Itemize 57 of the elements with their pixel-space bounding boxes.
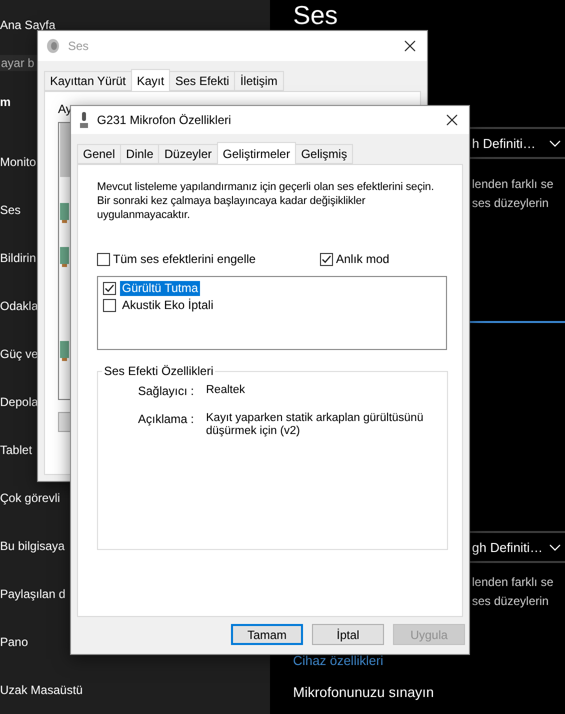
sidebar-item[interactable]: Paylaşılan d bbox=[0, 570, 66, 618]
section-heading: m bbox=[0, 94, 11, 111]
sidebar-item[interactable]: Uzak Masaüstü bbox=[0, 666, 83, 714]
checkbox[interactable] bbox=[97, 252, 110, 266]
sidebar-item[interactable]: Güç ve bbox=[0, 330, 38, 378]
property-label: Sağlayıcı : bbox=[136, 384, 194, 398]
close-icon bbox=[404, 40, 416, 52]
close-icon bbox=[446, 114, 458, 126]
tab[interactable]: Dinle bbox=[120, 144, 160, 164]
sidebar-item[interactable]: Pano bbox=[0, 618, 28, 666]
checkbox[interactable] bbox=[103, 282, 116, 295]
checkbox[interactable] bbox=[320, 252, 333, 266]
description-text: lenden farklı se bbox=[471, 176, 554, 193]
window-title: G231 Mikrofon Özellikleri bbox=[97, 113, 232, 127]
sidebar-item[interactable]: Monito bbox=[0, 138, 36, 186]
tab[interactable]: Gelişmiş bbox=[295, 144, 354, 164]
instructions-text: Mevcut listeleme yapılandırmanız için geçerli olan ses efektlerini seçin. Bir sonraki kez çalmaya başlayıncaya kadar değişiklikler uygulanmayacaktır. bbox=[97, 180, 435, 222]
sidebar-item[interactable]: Bu bilgisaya bbox=[0, 522, 65, 570]
effect-item[interactable]: Gürültü Tutma bbox=[120, 281, 200, 296]
sidebar-item[interactable]: Ses bbox=[0, 186, 21, 234]
tab[interactable]: Düzeyler bbox=[158, 144, 218, 164]
sound-card-icon bbox=[60, 247, 69, 267]
tab[interactable]: Genel bbox=[77, 144, 122, 164]
checkbox-label[interactable]: Tüm ses efektlerini engelle bbox=[113, 252, 256, 266]
tab[interactable]: Geliştirmeler bbox=[216, 142, 296, 164]
sidebar-item[interactable]: Depola bbox=[0, 378, 38, 426]
window-title: Ses bbox=[68, 39, 90, 53]
tab[interactable]: Ses Efekti bbox=[169, 71, 236, 91]
sidebar-item[interactable]: Tablet bbox=[0, 426, 32, 474]
microphone-icon bbox=[79, 112, 89, 128]
sidebar-item[interactable]: Odakla bbox=[0, 282, 38, 330]
description-text: lenden farklı se bbox=[471, 574, 554, 591]
checkbox[interactable] bbox=[103, 299, 116, 312]
sidebar-item[interactable]: Çok görevli bbox=[0, 474, 60, 522]
chevron-down-icon bbox=[549, 544, 561, 550]
tab[interactable]: Kayıt bbox=[130, 69, 170, 91]
property-value: Kayıt yaparken statik arkaplan gürültüsünü düşürmek için (v2) bbox=[206, 412, 424, 438]
effect-item[interactable]: Akustik Eko İptali bbox=[120, 298, 216, 313]
tab[interactable]: İletişim bbox=[234, 71, 284, 91]
description-text: ses düzeylerin bbox=[471, 593, 549, 610]
property-value: Realtek bbox=[206, 384, 246, 398]
dialog-button[interactable]: Tamam bbox=[231, 624, 303, 645]
checkbox-label[interactable]: Anlık mod bbox=[336, 252, 390, 266]
section-heading: Mikrofonunuzu sınayın bbox=[293, 683, 434, 701]
page-title: Ses bbox=[293, 0, 338, 30]
dialog-button[interactable]: İptal bbox=[312, 624, 384, 645]
chevron-down-icon bbox=[549, 140, 561, 146]
sound-card-icon bbox=[60, 203, 69, 223]
tab[interactable]: Kayıttan Yürüt bbox=[44, 71, 132, 91]
search-field[interactable]: ayar b bbox=[0, 55, 37, 71]
description-text: ses düzeylerin bbox=[471, 195, 549, 212]
group-title: Ses Efekti Özellikleri bbox=[103, 364, 214, 378]
sidebar-item[interactable]: Bildirin bbox=[0, 234, 36, 282]
sound-card-icon bbox=[60, 341, 69, 361]
device-properties-link[interactable]: Cihaz özellikleri bbox=[293, 653, 384, 669]
property-label: Açıklama : bbox=[136, 412, 194, 428]
home-link[interactable]: Ana Sayfa bbox=[0, 10, 56, 40]
